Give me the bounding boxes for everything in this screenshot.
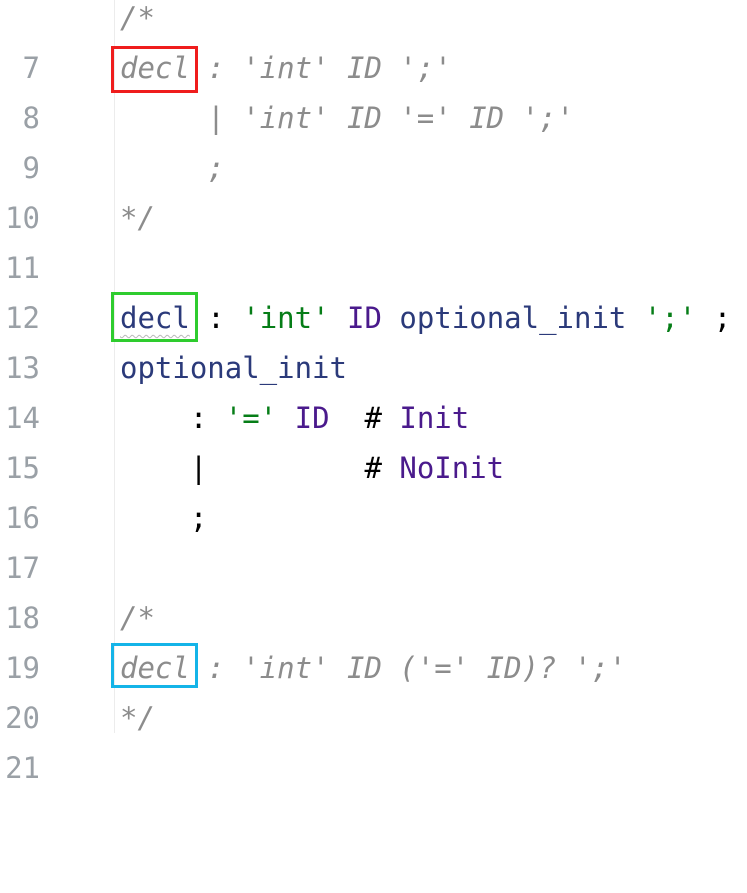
semicolon-token: ;	[120, 501, 208, 535]
string-literal: '='	[224, 401, 278, 435]
code-line-19[interactable]: 19 /*	[0, 593, 747, 685]
line-content: */	[120, 193, 155, 243]
code-line-17[interactable]: 17 ;	[0, 493, 747, 585]
code-line-10[interactable]: 10 ;	[0, 143, 747, 235]
comment-token: */	[120, 701, 155, 735]
code-editor[interactable]: 7 /* 8 decl : 'int' ID ';' 9 | 'int' ID …	[0, 0, 747, 785]
line-content: /*	[120, 593, 155, 643]
code-line-11[interactable]: 11 */	[0, 193, 747, 285]
token-id: ID	[277, 401, 330, 435]
token-id: ID	[329, 301, 400, 335]
comment-token: /*	[120, 1, 155, 35]
line-content: | # NoInit	[120, 443, 504, 493]
rule-name-optional-init[interactable]: optional_init	[120, 351, 347, 385]
code-line-21[interactable]: 21 */	[0, 693, 747, 785]
rule-reference-optional-init[interactable]: optional_init	[399, 301, 626, 335]
line-content: ;	[120, 143, 225, 193]
code-line-12[interactable]: 12	[0, 243, 747, 335]
comment-token: | 'int' ID '=' ID ';'	[120, 101, 574, 135]
comment-token: : 'int' ID ';'	[189, 51, 452, 85]
comment-token: ;	[120, 151, 225, 185]
line-content: */	[120, 693, 155, 743]
hash-token: #	[329, 401, 400, 435]
code-line-16[interactable]: 16 | # NoInit	[0, 443, 747, 535]
comment-token: : 'int' ID ('=' ID)? ';'	[189, 651, 627, 685]
comment-token: /*	[120, 601, 155, 635]
comment-token: */	[120, 201, 155, 235]
line-content: optional_init	[120, 343, 347, 393]
string-literal: 'int'	[242, 301, 330, 335]
code-line-9[interactable]: 9 | 'int' ID '=' ID ';'	[0, 93, 747, 185]
code-line-15[interactable]: 15 : '=' ID # Init	[0, 393, 747, 485]
pipe-token: |	[120, 451, 208, 485]
colon-token: :	[120, 401, 225, 435]
string-literal: ';'	[643, 301, 697, 335]
line-content: /*	[120, 0, 155, 43]
line-content: : '=' ID # Init	[120, 393, 469, 443]
code-line-14[interactable]: 14 optional_init	[0, 343, 747, 435]
line-content: ;	[120, 493, 207, 543]
code-line-18[interactable]: 18	[0, 543, 747, 635]
line-number: 21	[5, 751, 40, 785]
label-init: Init	[399, 401, 470, 435]
hash-token: #	[207, 451, 400, 485]
label-noinit: NoInit	[399, 451, 505, 485]
highlight-box-green	[111, 292, 198, 342]
highlight-box-red	[111, 46, 198, 93]
line-content: | 'int' ID '=' ID ';'	[120, 93, 574, 143]
code-line-7[interactable]: 7 /*	[0, 0, 747, 85]
semicolon-token: ;	[696, 301, 732, 335]
highlight-box-blue	[111, 643, 198, 688]
line-content: decl : 'int' ID optional_init ';' ;	[120, 293, 731, 343]
